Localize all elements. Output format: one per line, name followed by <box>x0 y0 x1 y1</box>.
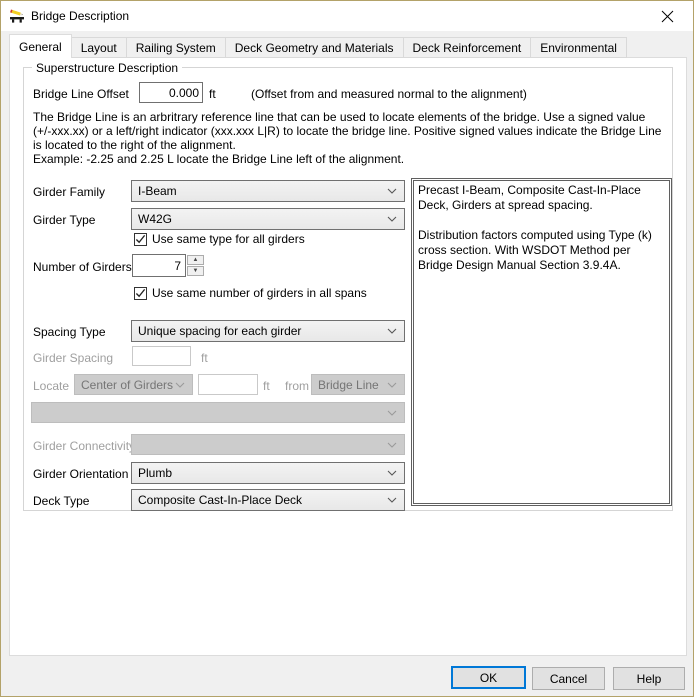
checkbox-box <box>134 287 147 300</box>
girder-connectivity-label: Girder Connectivity <box>33 439 135 453</box>
bridge-line-offset-input[interactable]: 0.000 <box>139 82 203 103</box>
tab-deck-reinforcement[interactable]: Deck Reinforcement <box>403 37 532 58</box>
tab-railing-system[interactable]: Railing System <box>126 37 226 58</box>
bridge-description-dialog: Bridge Description General Layout Railin… <box>0 0 694 697</box>
spin-up-icon: ▲ <box>193 257 199 263</box>
tab-label: Layout <box>81 41 117 55</box>
girder-family-select[interactable]: I-Beam <box>131 180 405 202</box>
deck-type-value: Composite Cast-In-Place Deck <box>138 493 302 507</box>
chevron-down-icon <box>387 442 397 448</box>
tab-general[interactable]: General <box>9 34 72 58</box>
locate-anchor-value: Center of Girders <box>81 378 173 392</box>
checkbox-box <box>134 233 147 246</box>
checkmark-icon <box>135 234 146 245</box>
number-of-girders-input[interactable]: 7 <box>132 254 186 277</box>
help-button[interactable]: Help <box>613 667 685 690</box>
chevron-down-icon <box>175 382 185 388</box>
chevron-down-icon <box>387 497 397 503</box>
spacing-type-value: Unique spacing for each girder <box>138 324 301 338</box>
tab-label: Environmental <box>540 41 617 55</box>
use-same-type-label: Use same type for all girders <box>152 232 305 246</box>
girder-orientation-label: Girder Orientation <box>33 467 128 481</box>
ok-button[interactable]: OK <box>451 666 526 689</box>
girder-family-label: Girder Family <box>33 185 105 199</box>
spacing-type-label: Spacing Type <box>33 325 106 339</box>
locate-reference-select: Bridge Line <box>311 374 405 395</box>
girder-spacing-label: Girder Spacing <box>33 351 113 365</box>
locate-offset-input <box>198 374 258 395</box>
bridge-line-offset-label: Bridge Line Offset <box>33 87 129 101</box>
bridge-line-description-text: The Bridge Line is an arbritrary referen… <box>33 110 665 166</box>
bridge-summary-panel: Precast I-Beam, Composite Cast-In-Place … <box>411 178 672 506</box>
tab-label: Deck Geometry and Materials <box>235 41 394 55</box>
girder-type-select[interactable]: W42G <box>131 208 405 230</box>
use-same-type-checkbox[interactable]: Use same type for all girders <box>134 232 305 246</box>
app-bridge-icon <box>9 8 25 24</box>
locate-label: Locate <box>33 379 69 393</box>
bridge-line-example: Example: -2.25 and 2.25 L locate the Bri… <box>33 152 665 166</box>
tab-label: General <box>19 40 62 54</box>
window-title: Bridge Description <box>31 9 129 23</box>
girder-type-label: Girder Type <box>33 213 95 227</box>
bridge-line-offset-note: (Offset from and measured normal to the … <box>251 87 527 101</box>
tab-layout[interactable]: Layout <box>71 37 127 58</box>
girder-spacing-input <box>132 346 191 366</box>
summary-paragraph-1: Precast I-Beam, Composite Cast-In-Place … <box>418 183 665 213</box>
tab-bar: General Layout Railing System Deck Geome… <box>9 34 626 58</box>
locate-reference-value: Bridge Line <box>318 378 379 392</box>
number-of-girders-spinner: ▲ ▼ <box>187 255 204 276</box>
girder-orientation-value: Plumb <box>138 466 172 480</box>
tab-label: Railing System <box>136 41 216 55</box>
bridge-line-offset-unit: ft <box>209 87 216 101</box>
cancel-button[interactable]: Cancel <box>532 667 605 690</box>
title-bar: Bridge Description <box>1 1 693 31</box>
locate-anchor-select: Center of Girders <box>74 374 193 395</box>
summary-paragraph-2: Distribution factors computed using Type… <box>418 228 665 273</box>
bridge-line-paragraph: The Bridge Line is an arbritrary referen… <box>33 110 665 152</box>
girder-orientation-select[interactable]: Plumb <box>131 462 405 484</box>
close-button[interactable] <box>647 1 687 31</box>
tab-environmental[interactable]: Environmental <box>530 37 627 58</box>
chevron-down-icon <box>387 410 397 416</box>
chevron-down-icon <box>387 216 397 222</box>
spacing-type-select[interactable]: Unique spacing for each girder <box>131 320 405 342</box>
number-of-girders-label: Number of Girders <box>33 260 132 274</box>
chevron-down-icon <box>387 470 397 476</box>
chevron-down-icon <box>387 328 397 334</box>
use-same-number-label: Use same number of girders in all spans <box>152 286 367 300</box>
deck-type-label: Deck Type <box>33 494 89 508</box>
spin-down-button[interactable]: ▼ <box>187 266 204 276</box>
locate-unit: ft <box>263 379 270 393</box>
girder-type-value: W42G <box>138 212 172 226</box>
use-same-number-checkbox[interactable]: Use same number of girders in all spans <box>134 286 367 300</box>
girder-spacing-unit: ft <box>201 351 208 365</box>
spin-down-icon: ▼ <box>193 268 199 274</box>
close-icon <box>661 10 674 23</box>
locate-from-label: from <box>285 379 309 393</box>
tab-deck-geometry-and-materials[interactable]: Deck Geometry and Materials <box>225 37 404 58</box>
checkmark-icon <box>135 288 146 299</box>
girder-connectivity-select <box>131 434 405 455</box>
deck-type-select[interactable]: Composite Cast-In-Place Deck <box>131 489 405 511</box>
chevron-down-icon <box>387 382 397 388</box>
girder-family-value: I-Beam <box>138 184 177 198</box>
tab-label: Deck Reinforcement <box>413 41 522 55</box>
spacing-detail-select <box>31 402 405 423</box>
chevron-down-icon <box>387 188 397 194</box>
spin-up-button[interactable]: ▲ <box>187 255 204 265</box>
groupbox-title: Superstructure Description <box>32 61 182 75</box>
